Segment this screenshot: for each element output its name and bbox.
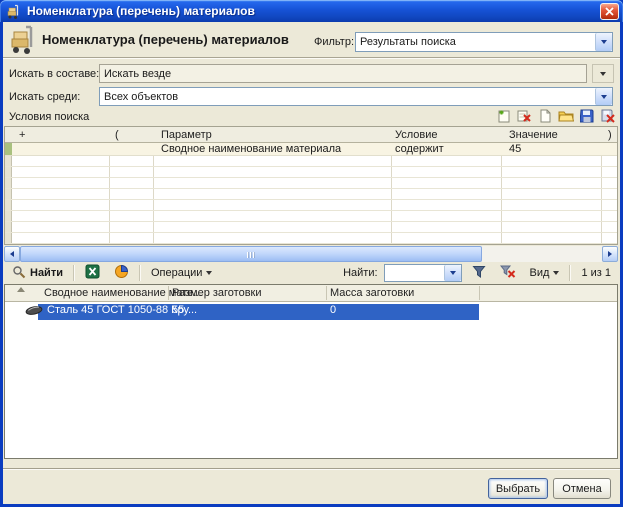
filter-chevron-down-icon[interactable] (595, 33, 612, 51)
conditions-grid[interactable]: + ( Параметр Условие Значение ) Сводное … (4, 126, 618, 245)
search-icon (12, 265, 26, 282)
filter-label: Фильтр: (314, 36, 354, 48)
horizontal-scrollbar[interactable] (4, 246, 618, 262)
window-cart-icon (6, 4, 22, 19)
open-conditions-icon[interactable] (557, 108, 575, 123)
filter-combobox-value: Результаты поиска (356, 36, 595, 48)
scope-chevron-down-icon (600, 72, 606, 76)
toolbar-divider (73, 265, 75, 281)
col-open-paren[interactable]: ( (115, 129, 119, 141)
report-icon (114, 264, 129, 282)
record-counter: 1 из 1 (577, 267, 615, 279)
toolbar-divider (139, 265, 141, 281)
dialog-window: Номенклатура (перечень) материалов Номен… (0, 0, 623, 507)
delete-condition-icon[interactable] (515, 108, 533, 123)
find-button-label: Найти (30, 267, 63, 279)
condition-value[interactable]: 45 (509, 143, 521, 155)
close-button[interactable] (600, 3, 619, 20)
titlebar[interactable]: Номенклатура (перечень) материалов (0, 0, 623, 22)
scroll-left-button[interactable] (4, 246, 20, 262)
page-title: Номенклатура (перечень) материалов (42, 32, 289, 47)
scope-field-value: Искать везде (104, 68, 171, 80)
excel-icon (85, 264, 100, 282)
condition-operator[interactable]: содержит (395, 143, 444, 155)
operations-chevron-down-icon (206, 271, 212, 275)
condition-row[interactable]: Сводное наименование материала содержит … (5, 143, 617, 156)
among-combobox[interactable]: Всех объектов (99, 87, 613, 106)
results-grid[interactable]: Сводное наименование мате... Размер заго… (4, 284, 618, 459)
cart-icon (8, 24, 40, 54)
actions-toolbar: Найти (3, 263, 620, 283)
clear-conditions-icon[interactable] (599, 108, 617, 123)
scrollbar-thumb[interactable] (20, 246, 482, 262)
conditions-section-label: Условия поиска (9, 111, 89, 123)
new-conditions-icon[interactable] (536, 108, 554, 123)
scroll-right-button[interactable] (602, 246, 618, 262)
among-combobox-value: Всех объектов (100, 91, 595, 103)
view-chevron-down-icon (553, 271, 559, 275)
col-parameter[interactable]: Параметр (161, 129, 212, 141)
excel-export-button[interactable] (81, 262, 104, 284)
among-label: Искать среди: (9, 91, 80, 103)
scope-dropdown-button[interactable] (592, 64, 614, 83)
quick-find-combobox[interactable] (384, 264, 462, 282)
find-button[interactable]: Найти (8, 263, 67, 284)
condition-parameter[interactable]: Сводное наименование материала (161, 143, 341, 155)
result-blank-size[interactable]: 55 (172, 304, 184, 316)
col-condition[interactable]: Условие (395, 129, 438, 141)
footer-divider (3, 468, 620, 470)
filter-icon (472, 265, 486, 281)
current-row-indicator (5, 143, 12, 155)
operations-button-label: Операции (151, 267, 202, 279)
cancel-button[interactable]: Отмена (553, 478, 611, 499)
scope-field[interactable]: Искать везде (99, 64, 587, 83)
col-blank-size[interactable]: Размер заготовки (172, 287, 262, 299)
material-icon (25, 305, 43, 319)
results-grid-header[interactable]: Сводное наименование мате... Размер заго… (5, 285, 617, 302)
filter-combobox[interactable]: Результаты поиска (355, 32, 613, 52)
conditions-grid-header[interactable]: + ( Параметр Условие Значение ) (5, 127, 617, 143)
toolbar-divider (569, 265, 571, 281)
view-button[interactable]: Вид (526, 265, 564, 281)
scope-label: Искать в составе: (9, 68, 99, 80)
column-divider (479, 286, 480, 300)
column-divider (326, 286, 327, 300)
apply-filter-button[interactable] (468, 263, 490, 283)
among-chevron-down-icon[interactable] (595, 88, 612, 105)
report-button[interactable] (110, 262, 133, 284)
result-row-selected[interactable]: Сталь 45 ГОСТ 1050-88 Кру... 55 0 (5, 302, 617, 318)
dialog-body: Номенклатура (перечень) материалов Фильт… (3, 22, 620, 504)
window-title: Номенклатура (перечень) материалов (27, 4, 600, 18)
quick-find-label: Найти: (343, 267, 377, 279)
view-button-label: Вид (530, 267, 550, 279)
col-plus[interactable]: + (19, 129, 25, 141)
result-blank-mass[interactable]: 0 (330, 304, 336, 316)
conditions-empty-rows[interactable] (5, 156, 617, 244)
quick-find-chevron-down-icon[interactable] (444, 265, 461, 281)
clear-filter-icon (500, 265, 516, 281)
save-conditions-icon[interactable] (578, 108, 596, 123)
operations-button[interactable]: Операции (147, 265, 216, 281)
clear-filter-button[interactable] (496, 263, 520, 283)
col-blank-mass[interactable]: Масса заготовки (330, 287, 414, 299)
add-condition-icon[interactable] (494, 108, 512, 123)
sort-ascending-icon[interactable] (17, 287, 25, 292)
conditions-toolbar (494, 108, 617, 123)
header-divider (3, 57, 620, 59)
col-close-paren[interactable]: ) (608, 129, 612, 141)
select-button[interactable]: Выбрать (488, 478, 548, 499)
col-value[interactable]: Значение (509, 129, 558, 141)
